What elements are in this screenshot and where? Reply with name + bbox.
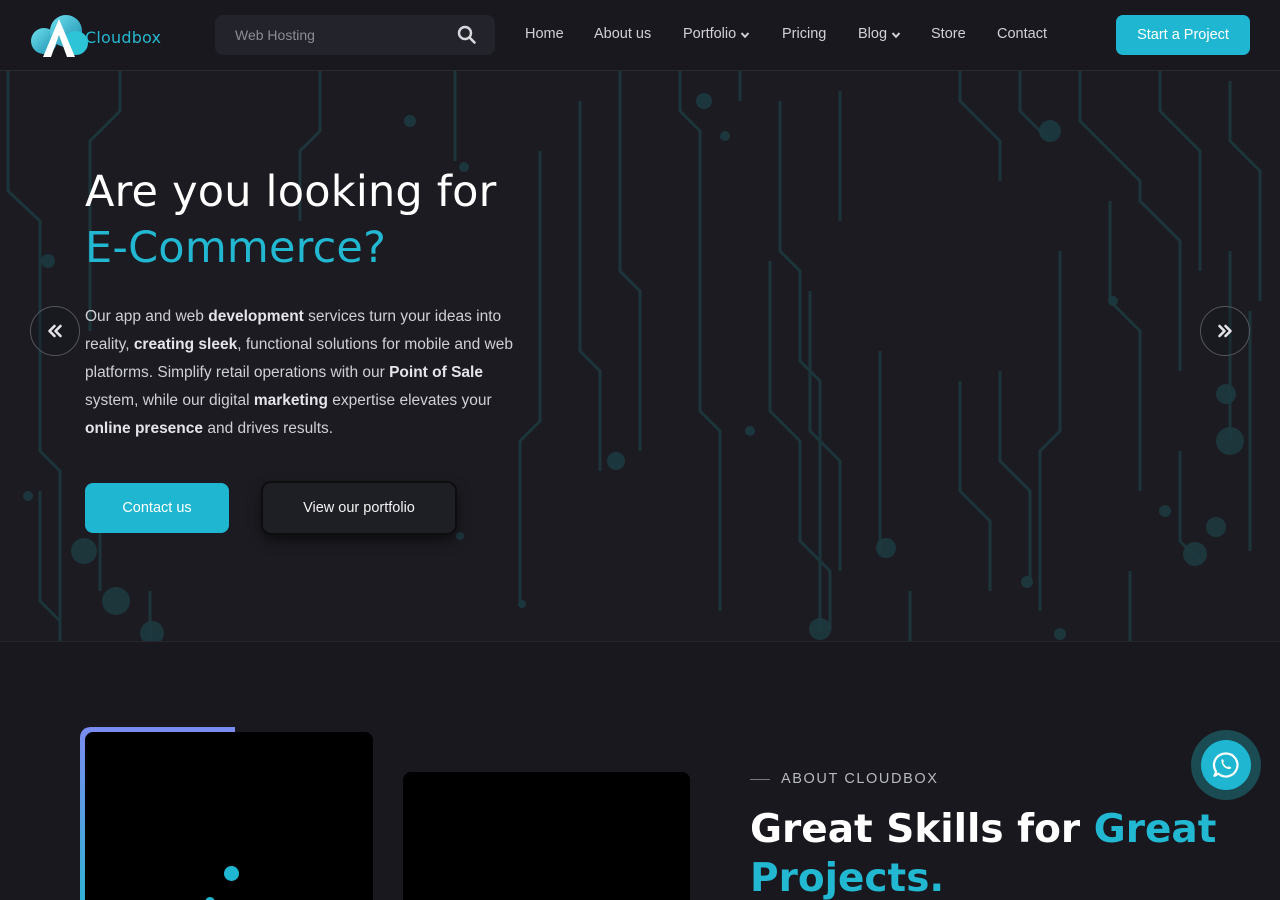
description-highlight: marketing bbox=[253, 392, 328, 409]
description-highlight: online presence bbox=[85, 420, 204, 437]
nav-home[interactable]: Home bbox=[525, 26, 564, 42]
site-header: Cloudbox Home About us Portfolio Pricing… bbox=[0, 0, 1280, 71]
hero-description: Our app and web development services tur… bbox=[85, 303, 535, 443]
nav-about[interactable]: About us bbox=[594, 26, 651, 42]
description-highlight: development bbox=[208, 308, 304, 325]
description-text: and drives results. bbox=[203, 420, 334, 437]
view-portfolio-button[interactable]: View our portfolio bbox=[263, 483, 455, 533]
slider-prev-button[interactable] bbox=[30, 306, 80, 356]
hero-slider: Are you looking for E-Commerce? Our app … bbox=[0, 71, 1280, 642]
whatsapp-button[interactable] bbox=[1191, 730, 1261, 800]
whatsapp-button-inner bbox=[1201, 740, 1251, 790]
double-chevron-right-icon bbox=[1218, 324, 1232, 338]
about-title-main: Great Skills for bbox=[750, 807, 1081, 852]
nav-blog-label: Blog bbox=[858, 26, 888, 42]
description-highlight: creating sleek bbox=[133, 336, 238, 353]
chevron-down-icon bbox=[891, 32, 901, 39]
description-text: expertise elevates your bbox=[327, 392, 492, 409]
hero-title-accent: E-Commerce? bbox=[85, 223, 387, 273]
video-placeholder bbox=[85, 732, 373, 900]
logo-text: Cloudbox bbox=[85, 28, 162, 47]
nav-portfolio-label: Portfolio bbox=[683, 26, 737, 42]
nav-store[interactable]: Store bbox=[931, 26, 966, 42]
nav-blog[interactable]: Blog bbox=[858, 26, 901, 42]
animated-dot bbox=[224, 866, 239, 881]
about-label: ABOUT CLOUDBOX bbox=[750, 771, 939, 787]
description-highlight: Point of Sale bbox=[389, 364, 483, 381]
whatsapp-icon bbox=[1212, 752, 1239, 778]
nav-contact[interactable]: Contact bbox=[997, 26, 1047, 42]
hero-title: Are you looking for bbox=[85, 167, 497, 217]
search-input[interactable] bbox=[215, 15, 455, 55]
about-label-text: ABOUT CLOUDBOX bbox=[781, 771, 939, 787]
description-text: Our app and web bbox=[85, 308, 209, 325]
logo[interactable]: Cloudbox bbox=[30, 13, 161, 59]
about-title: Great Skills for Great Projects. bbox=[750, 805, 1230, 900]
description-text: system, while our digital bbox=[85, 392, 254, 409]
logo-mark-icon bbox=[30, 13, 88, 59]
contact-us-button[interactable]: Contact us bbox=[85, 483, 229, 533]
slider-next-button[interactable] bbox=[1200, 306, 1250, 356]
search-icon[interactable] bbox=[457, 25, 477, 45]
start-project-button[interactable]: Start a Project bbox=[1116, 15, 1250, 55]
nav-portfolio[interactable]: Portfolio bbox=[683, 26, 750, 42]
nav-pricing[interactable]: Pricing bbox=[782, 26, 826, 42]
about-video-primary bbox=[80, 727, 373, 900]
double-chevron-left-icon bbox=[48, 324, 62, 338]
search-box bbox=[215, 15, 495, 55]
about-video-secondary bbox=[403, 772, 690, 900]
chevron-down-icon bbox=[740, 32, 750, 39]
label-divider bbox=[750, 778, 770, 780]
